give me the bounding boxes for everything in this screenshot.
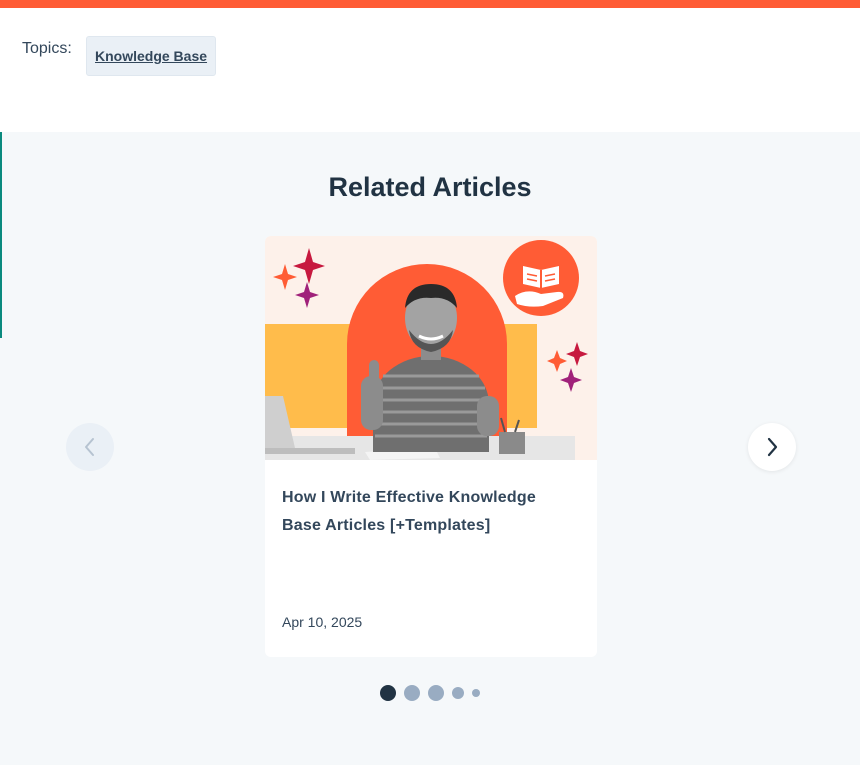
carousel-dot-3[interactable]	[428, 685, 444, 701]
top-accent-bar	[0, 0, 860, 8]
topic-tag-link[interactable]: Knowledge Base	[95, 48, 207, 64]
carousel-dot-5[interactable]	[472, 689, 480, 697]
article-card-date: Apr 10, 2025	[282, 614, 363, 630]
chevron-left-icon	[85, 438, 94, 456]
topics-label: Topics:	[22, 40, 72, 57]
article-card-title[interactable]: How I Write Effective Knowledge Base Art…	[282, 484, 572, 540]
chevron-right-icon	[767, 437, 778, 457]
carousel-dot-1[interactable]	[380, 685, 396, 701]
left-edge-rail-teal	[0, 118, 2, 338]
carousel-dot-4[interactable]	[452, 687, 464, 699]
topics-area: Topics: Knowledge Base	[0, 8, 860, 132]
carousel-prev-button[interactable]	[66, 423, 114, 471]
related-articles-heading: Related Articles	[328, 172, 532, 202]
open-book-hand-icon	[503, 240, 579, 316]
article-card[interactable]: How I Write Effective Knowledge Base Art…	[265, 236, 597, 657]
carousel-next-button[interactable]	[748, 423, 796, 471]
topic-tag-knowledge-base[interactable]: Knowledge Base	[86, 36, 217, 76]
article-illustration	[265, 236, 597, 460]
carousel-dot-2[interactable]	[404, 685, 420, 701]
carousel-pagination	[0, 685, 860, 701]
article-card-image[interactable]	[265, 236, 597, 460]
